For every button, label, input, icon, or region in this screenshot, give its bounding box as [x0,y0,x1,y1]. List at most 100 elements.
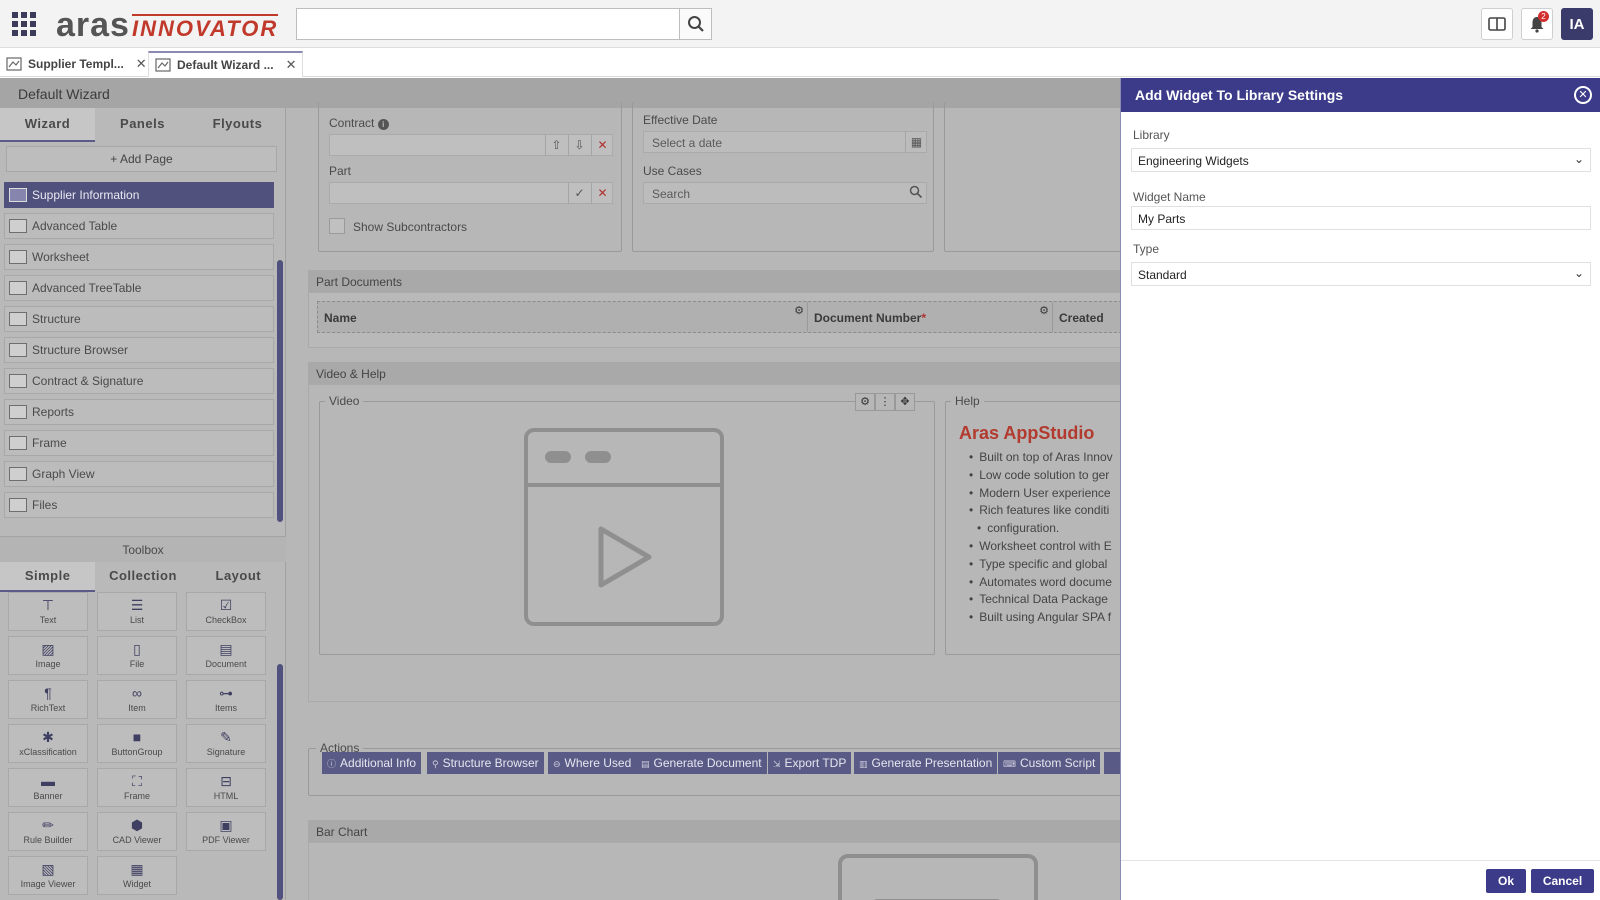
tab-collection[interactable]: Collection [95,562,190,592]
more-actions-button[interactable] [1104,752,1120,774]
info-icon[interactable]: i [377,119,389,130]
upload-icon[interactable]: ⇧ [545,134,567,156]
page-item-contract-signature[interactable]: Contract & Signature [4,368,274,394]
tool-frame[interactable]: ⛶ Frame [97,768,177,807]
tab-simple[interactable]: Simple [0,562,96,592]
form-icon [9,188,27,202]
library-select[interactable]: Engineering Widgets ⌄ [1131,148,1591,172]
type-label: Type [1133,242,1160,256]
toolbox-scrollbar[interactable] [277,664,283,900]
cancel-button[interactable]: Cancel [1531,869,1594,893]
type-select[interactable]: Standard ⌄ [1131,262,1591,286]
page-item-worksheet[interactable]: Worksheet [4,244,274,270]
tool-html[interactable]: ⊟ HTML [186,768,266,807]
bar-chart-icon [9,405,27,419]
custom-script-button[interactable]: ⌨ Custom Script [998,752,1101,774]
contract-label-text: Contract [329,116,375,130]
structure-browser-button[interactable]: ⚲ Structure Browser [427,752,544,774]
tool-checkbox[interactable]: ☑ CheckBox [186,592,266,631]
tool-label: CAD Viewer [112,835,162,845]
split-view-icon [1488,17,1506,31]
gear-icon[interactable]: ⚙ [794,304,804,317]
tab-panels[interactable]: Panels [95,108,190,142]
tool-xclassification[interactable]: ✱ xClassification [8,724,88,763]
clear-contract-icon[interactable]: ✕ [591,134,613,156]
close-tab-icon[interactable]: ✕ [136,56,147,72]
user-avatar[interactable]: IA [1561,8,1593,40]
split-view-button[interactable] [1481,8,1513,40]
download-icon[interactable]: ⇩ [568,134,590,156]
page-item-reports[interactable]: Reports [4,399,274,425]
tool-signature[interactable]: ✎ Signature [186,724,266,763]
tool-item[interactable]: ∞ Item [97,680,177,719]
app-launcher-icon[interactable] [12,12,36,36]
tab-supplier-template[interactable]: Supplier Templ... ✕ [0,51,153,77]
checkbox-icon: ☑ [219,597,233,613]
widget-name-input[interactable]: My Parts [1131,206,1591,230]
column-header-document-number[interactable]: Document Number* ⚙ [808,302,1053,332]
check-icon[interactable]: ✓ [568,182,590,204]
page-item-advanced-table[interactable]: Advanced Table [4,213,274,239]
page-item-files[interactable]: Files [4,492,274,518]
aras-logo[interactable]: aras INNOVATOR [56,6,279,42]
more-vertical-icon[interactable]: ⋮ [875,393,895,411]
table-icon [9,219,27,233]
page-list-scrollbar[interactable] [277,260,283,522]
page-item-graph-view[interactable]: Graph View [4,461,274,487]
tab-default-wizard[interactable]: Default Wizard ... ✕ [148,51,304,77]
tool-image[interactable]: ▨ Image [8,636,88,675]
gear-icon[interactable]: ⚙ [855,393,875,411]
generate-document-button[interactable]: ▤ Generate Document [636,752,767,774]
add-page-button[interactable]: + Add Page [6,146,277,172]
tool-list[interactable]: ☰ List [97,592,177,631]
notifications-button[interactable]: 2 [1521,8,1553,40]
column-header-created[interactable]: Created [1053,302,1120,332]
treetable-icon [9,281,27,295]
gear-icon[interactable]: ⚙ [1039,304,1049,317]
tool-text[interactable]: ⊤ Text [8,592,88,631]
close-tab-icon[interactable]: ✕ [286,57,297,73]
tool-richtext[interactable]: ¶ RichText [8,680,88,719]
tool-cad-viewer[interactable]: ⬢ CAD Viewer [97,812,177,851]
ok-button[interactable]: Ok [1486,869,1526,893]
tab-wizard[interactable]: Wizard [0,108,95,142]
tool-rule-builder[interactable]: ✏ Rule Builder [8,812,88,851]
effective-date-input[interactable]: Select a date [643,131,927,153]
panel-header: Add Widget To Library Settings ✕ [1121,78,1600,112]
column-header-name[interactable]: Name ⚙ [318,302,808,332]
page-item-structure-browser[interactable]: Structure Browser [4,337,274,363]
search-button[interactable] [679,8,712,40]
page-item-advanced-treetable[interactable]: Advanced TreeTable [4,275,274,301]
additional-info-button[interactable]: ⓘ Additional Info [322,752,422,774]
pdf-icon: ▣ [219,817,233,833]
page-item-frame[interactable]: Frame [4,430,274,456]
tool-buttongroup[interactable]: ■ ButtonGroup [97,724,177,763]
export-tdp-button[interactable]: ⇲ Export TDP [768,752,852,774]
where-used-button[interactable]: ⊖ Where Used [548,752,637,774]
page-item-structure[interactable]: Structure [4,306,274,332]
help-legend: Help [951,394,984,408]
generate-presentation-button[interactable]: ▥ Generate Presentation [854,752,998,774]
use-cases-search-input[interactable]: Search [643,182,927,204]
help-item: Low code solution to ger [969,467,1113,485]
clear-part-icon[interactable]: ✕ [591,182,613,204]
tool-banner[interactable]: ▬ Banner [8,768,88,807]
show-subcontractors-checkbox[interactable] [329,218,345,234]
panel-title: Add Widget To Library Settings [1135,87,1344,103]
tool-pdf-viewer[interactable]: ▣ PDF Viewer [186,812,266,851]
page-item-supplier-information[interactable]: Supplier Information [4,182,274,208]
tool-image-viewer[interactable]: ▧ Image Viewer [8,856,88,895]
tool-document[interactable]: ▤ Document [186,636,266,675]
calendar-icon[interactable]: ▦ [905,131,927,153]
tool-file[interactable]: ▯ File [97,636,177,675]
help-item: Type specific and global [969,556,1113,574]
close-icon[interactable]: ✕ [1574,86,1592,104]
tool-items[interactable]: ⊶ Items [186,680,266,719]
tool-widget[interactable]: ▦ Widget [97,856,177,895]
global-search-input[interactable] [296,8,680,40]
tab-flyouts[interactable]: Flyouts [190,108,285,142]
move-icon[interactable]: ✥ [895,393,915,411]
tab-label: Supplier Templ... [28,57,124,71]
tab-layout[interactable]: Layout [191,562,286,592]
library-value: Engineering Widgets [1138,154,1249,168]
